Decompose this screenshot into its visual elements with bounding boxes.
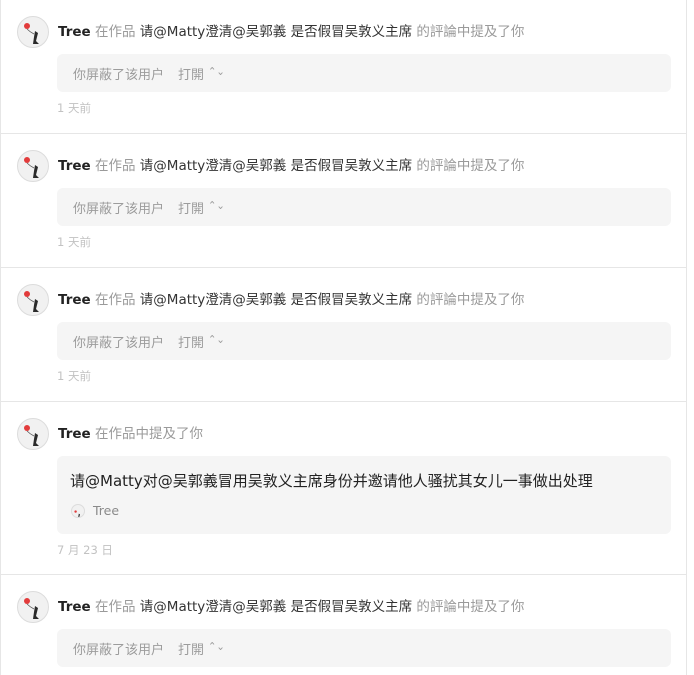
blocked-notice: 你屏蔽了该用户 (73, 642, 165, 658)
action-prefix: 在作品 (95, 158, 136, 174)
notification-item: Tree 在作品 请@Matty澄清@吴郭義 是否假冒吴敦义主席 的評論中提及了… (1, 0, 686, 134)
girl-with-balloon-avatar-icon (24, 598, 39, 619)
timestamp: 7 月 23 日 (57, 543, 113, 557)
open-label: 打開 (178, 201, 205, 217)
action-prefix: 在作品 (95, 24, 136, 40)
avatar[interactable] (17, 284, 49, 316)
action-suffix: 的評論中提及了你 (416, 158, 525, 174)
notification-item: Tree 在作品 请@Matty澄清@吴郭義 是否假冒吴敦义主席 的評論中提及了… (1, 575, 686, 675)
notification-item: Tree 在作品中提及了你 请@Matty对@吴郭義冒用吴敦义主席身份并邀请他人… (1, 402, 686, 575)
blocked-content-box: 你屏蔽了该用户 打開 ⌃⌄ (57, 188, 671, 226)
notification-headline: Tree 在作品 请@Matty澄清@吴郭義 是否假冒吴敦义主席 的評論中提及了… (58, 156, 524, 176)
avatar[interactable] (17, 16, 49, 48)
notification-headline: Tree 在作品 请@Matty澄清@吴郭義 是否假冒吴敦义主席 的評論中提及了… (58, 22, 524, 42)
work-title-link[interactable]: 请@Matty澄清@吴郭義 是否假冒吴敦义主席 (140, 158, 412, 174)
author-name[interactable]: Tree (58, 24, 91, 40)
blocked-content-box: 你屏蔽了该用户 打開 ⌃⌄ (57, 322, 671, 360)
mentioned-work-card[interactable]: 请@Matty对@吴郭義冒用吴敦义主席身份并邀请他人骚扰其女儿一事做出处理 Tr… (57, 456, 671, 534)
girl-with-balloon-avatar-icon (24, 23, 39, 44)
avatar[interactable] (17, 150, 49, 182)
girl-with-balloon-avatar-icon (24, 157, 39, 178)
notification-feed: Tree 在作品 请@Matty澄清@吴郭義 是否假冒吴敦义主席 的評論中提及了… (0, 0, 687, 675)
avatar[interactable] (17, 591, 49, 623)
action-suffix: 的評論中提及了你 (416, 292, 525, 308)
chevron-up-down-icon: ⌃⌄ (208, 641, 225, 654)
action-suffix: 的評論中提及了你 (416, 599, 525, 615)
chevron-up-down-icon: ⌃⌄ (208, 200, 225, 213)
open-label: 打開 (178, 642, 205, 658)
timestamp: 1 天前 (57, 101, 91, 115)
open-button[interactable]: 打開 ⌃⌄ (178, 639, 225, 658)
work-title-link[interactable]: 请@Matty澄清@吴郭義 是否假冒吴敦义主席 (140, 599, 412, 615)
action-text: 在作品中提及了你 (95, 426, 203, 442)
chevron-up-down-icon: ⌃⌄ (208, 66, 225, 79)
notification-headline: Tree 在作品中提及了你 (58, 424, 203, 444)
action-suffix: 的評論中提及了你 (416, 24, 525, 40)
notification-headline: Tree 在作品 请@Matty澄清@吴郭義 是否假冒吴敦义主席 的評論中提及了… (58, 290, 524, 310)
open-button[interactable]: 打開 ⌃⌄ (178, 332, 225, 351)
author-name[interactable]: Tree (58, 158, 91, 174)
chevron-up-down-icon: ⌃⌄ (208, 334, 225, 347)
action-prefix: 在作品 (95, 292, 136, 308)
girl-with-balloon-avatar-icon (74, 510, 80, 517)
notification-headline: Tree 在作品 请@Matty澄清@吴郭義 是否假冒吴敦义主席 的評論中提及了… (58, 597, 524, 617)
blocked-notice: 你屏蔽了该用户 (73, 335, 165, 351)
work-title-link[interactable]: 请@Matty澄清@吴郭義 是否假冒吴敦义主席 (140, 292, 412, 308)
girl-with-balloon-avatar-icon (24, 291, 39, 312)
blocked-content-box: 你屏蔽了该用户 打開 ⌃⌄ (57, 54, 671, 92)
author-name[interactable]: Tree (58, 292, 91, 308)
blocked-notice: 你屏蔽了该用户 (73, 201, 165, 217)
notification-item: Tree 在作品 请@Matty澄清@吴郭義 是否假冒吴敦义主席 的評論中提及了… (1, 268, 686, 402)
avatar[interactable] (17, 418, 49, 450)
open-label: 打開 (178, 335, 205, 351)
author-name[interactable]: Tree (58, 426, 91, 442)
open-button[interactable]: 打開 ⌃⌄ (178, 198, 225, 217)
timestamp: 1 天前 (57, 369, 91, 383)
open-button[interactable]: 打開 ⌃⌄ (178, 64, 225, 83)
blocked-content-box: 你屏蔽了该用户 打開 ⌃⌄ (57, 629, 671, 667)
notification-item: Tree 在作品 请@Matty澄清@吴郭義 是否假冒吴敦义主席 的評論中提及了… (1, 134, 686, 268)
avatar (71, 504, 85, 518)
open-label: 打開 (178, 67, 205, 83)
work-author-name: Tree (93, 503, 120, 518)
blocked-notice: 你屏蔽了该用户 (73, 67, 165, 83)
girl-with-balloon-avatar-icon (24, 425, 39, 446)
mentioned-work-title[interactable]: 请@Matty对@吴郭義冒用吴敦义主席身份并邀请他人骚扰其女儿一事做出处理 (70, 470, 593, 491)
author-name[interactable]: Tree (58, 599, 91, 615)
timestamp: 1 天前 (57, 235, 91, 249)
work-title-link[interactable]: 请@Matty澄清@吴郭義 是否假冒吴敦义主席 (140, 24, 412, 40)
action-prefix: 在作品 (95, 599, 136, 615)
